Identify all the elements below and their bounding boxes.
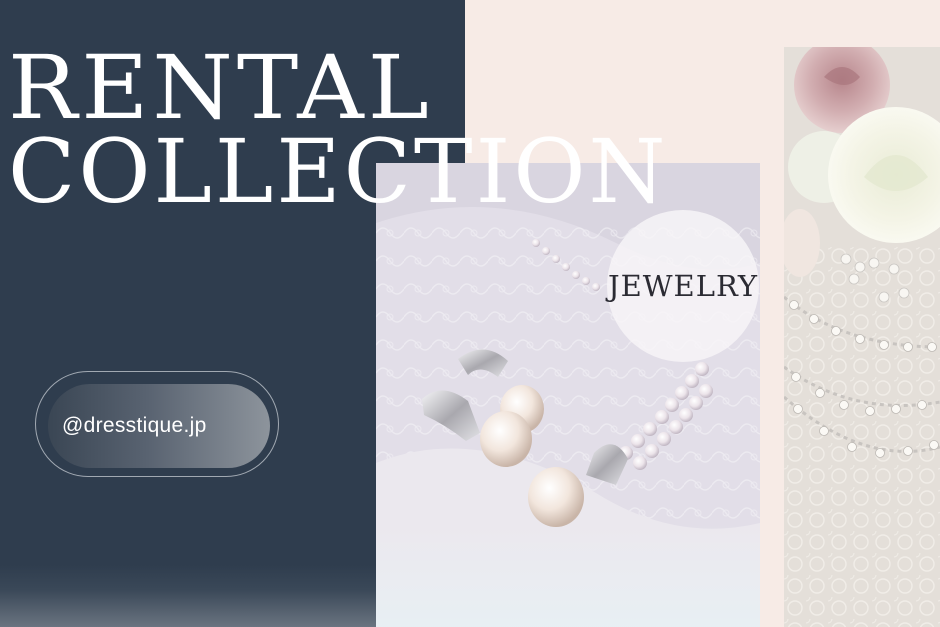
roses-pearl-necklace-photo (784, 47, 940, 627)
jewelry-badge-label: JEWELRY (607, 269, 759, 303)
handle-pill[interactable]: @dresstique.jp (48, 384, 270, 468)
jewelry-badge: JEWELRY (607, 210, 759, 362)
title-line-collection: COLLECTION (8, 120, 669, 223)
handle-text: @dresstique.jp (62, 414, 207, 437)
